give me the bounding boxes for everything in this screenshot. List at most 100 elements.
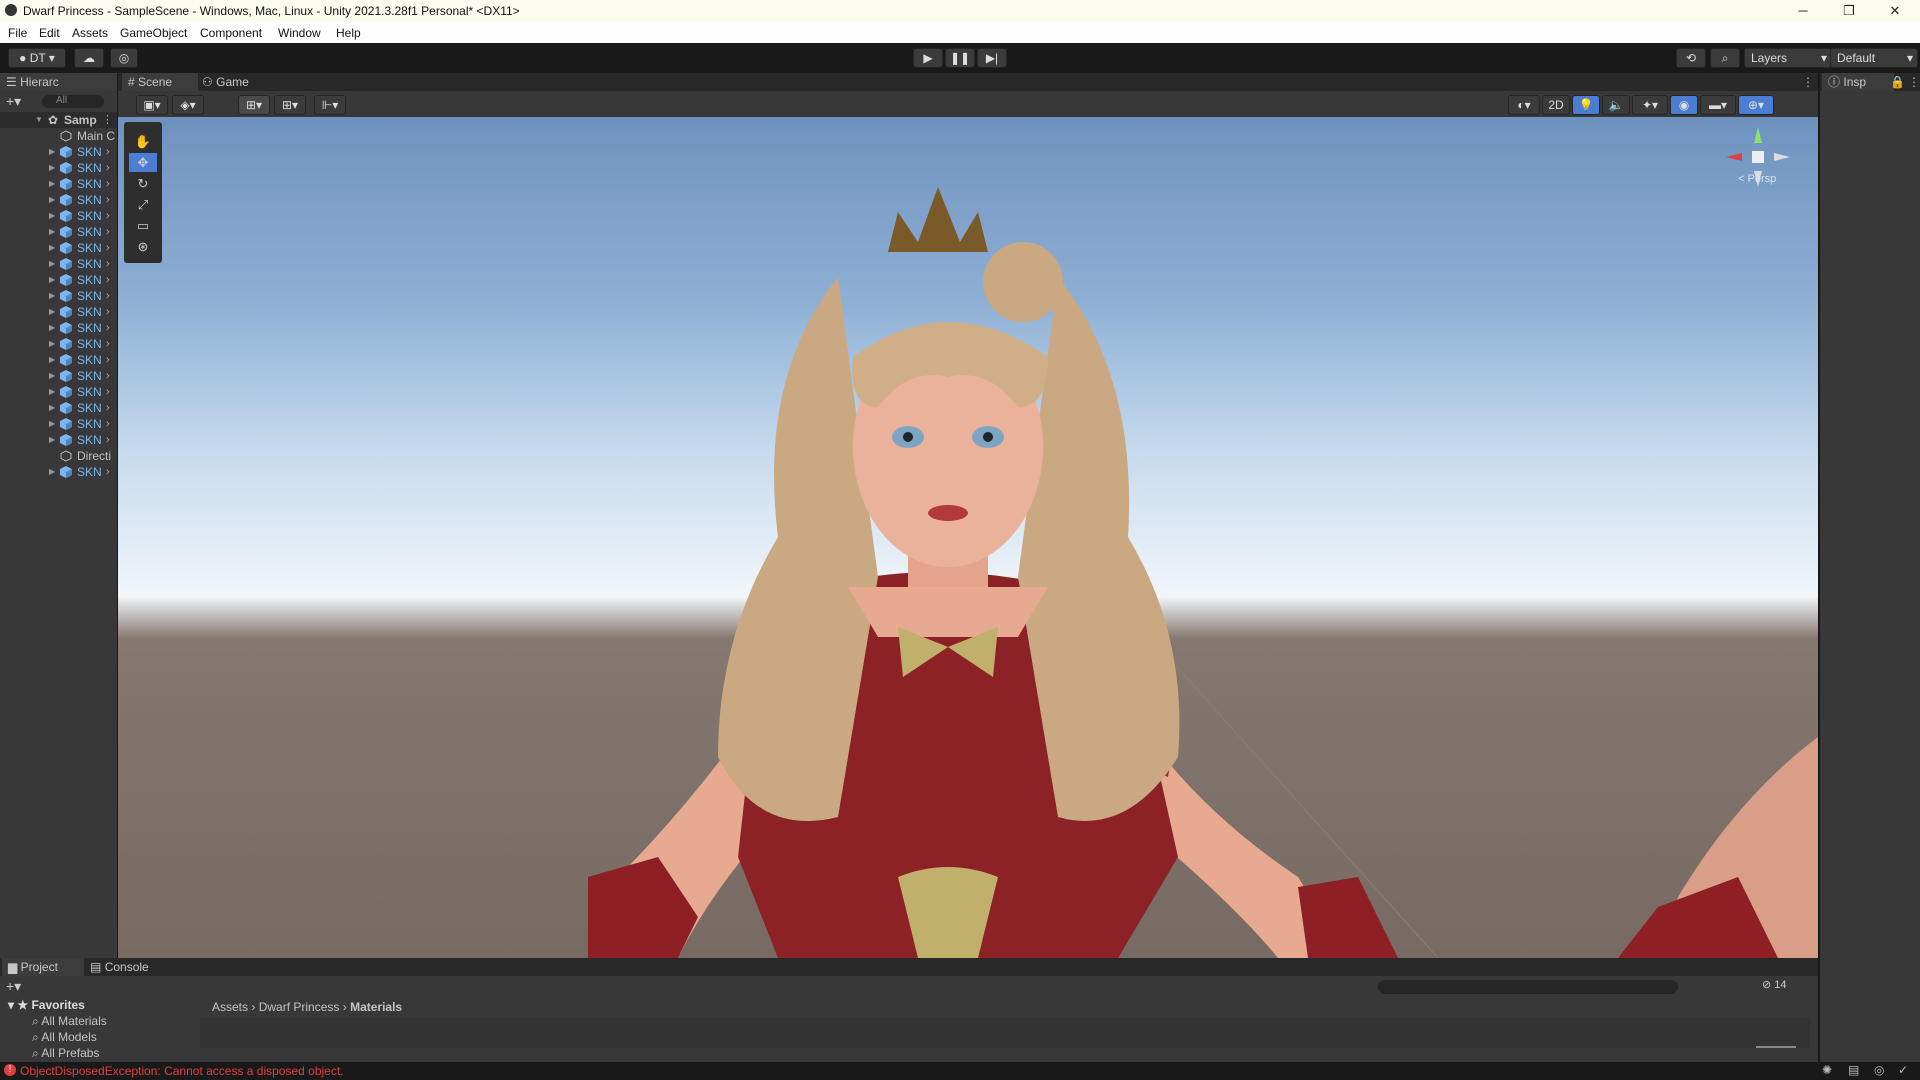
hierarchy-row[interactable]: ▶ SKN ›	[0, 208, 117, 224]
orientation-gizmo[interactable]	[1718, 125, 1798, 205]
project-search-input[interactable]	[1378, 980, 1678, 994]
hierarchy-row[interactable]: ▶ SKN ›	[0, 416, 117, 432]
expand-arrow-icon[interactable]: ▶	[49, 176, 55, 192]
increment-snap-dropdown[interactable]: ⊩▾	[314, 95, 346, 115]
chevron-right-icon[interactable]: ›	[106, 160, 110, 176]
expand-arrow-icon[interactable]: ▶	[49, 288, 55, 304]
snap-dropdown[interactable]: ⊞▾	[238, 95, 270, 115]
shading-dropdown[interactable]: ◈▾	[172, 95, 204, 115]
chevron-right-icon[interactable]: ›	[106, 384, 110, 400]
expand-arrow-icon[interactable]: ▶	[49, 352, 55, 368]
chevron-right-icon[interactable]: ›	[106, 304, 110, 320]
menu-component[interactable]: Component	[200, 26, 262, 40]
expand-arrow-icon[interactable]: ▶	[49, 368, 55, 384]
expand-arrow-icon[interactable]: ▶	[49, 416, 55, 432]
debug-icon[interactable]: ✺	[1822, 1063, 1832, 1077]
hidden-packages-toggle[interactable]: ⊘ 14	[1762, 978, 1787, 991]
menu-assets[interactable]: Assets	[72, 26, 108, 40]
hierarchy-row[interactable]: ▶ SKN ›	[0, 464, 117, 480]
check-icon[interactable]: ✓	[1898, 1063, 1908, 1077]
breadcrumb-current[interactable]: Materials	[350, 1000, 402, 1014]
chevron-right-icon[interactable]: ›	[106, 464, 110, 480]
collab-button[interactable]: ◎	[110, 48, 138, 68]
chevron-right-icon[interactable]: ›	[106, 224, 110, 240]
hierarchy-row[interactable]: ▶ SKN ›	[0, 256, 117, 272]
rect-tool[interactable]: ▭	[129, 216, 157, 235]
expand-arrow-icon[interactable]: ▶	[49, 224, 55, 240]
scale-tool[interactable]: ⤢	[129, 195, 157, 214]
gizmos-dropdown[interactable]: ⊕▾	[1738, 95, 1774, 115]
menu-file[interactable]: File	[8, 26, 27, 40]
history-button[interactable]: ⟲	[1676, 48, 1706, 68]
tab-project[interactable]: ▆ Project	[2, 958, 84, 976]
hierarchy-row[interactable]: ▶ SKN ›	[0, 192, 117, 208]
hierarchy-row[interactable]: ▶ SKN ›	[0, 336, 117, 352]
chevron-right-icon[interactable]: ›	[106, 320, 110, 336]
lighting-toggle[interactable]: 💡	[1572, 95, 1600, 115]
perspective-label[interactable]: < Persp	[1738, 173, 1776, 185]
chevron-right-icon[interactable]: ›	[106, 368, 110, 384]
hierarchy-row[interactable]: ▶ SKN ›	[0, 240, 117, 256]
expand-arrow-icon[interactable]: ▶	[49, 384, 55, 400]
chevron-right-icon[interactable]: ›	[106, 400, 110, 416]
chevron-right-icon[interactable]: ›	[106, 352, 110, 368]
tab-hierarchy[interactable]: ☰ Hierarc	[0, 73, 117, 91]
favorite-item[interactable]: ⌕ All Materials	[32, 1014, 107, 1029]
hierarchy-row[interactable]: ▶ SKN ›	[0, 432, 117, 448]
rotate-tool[interactable]: ↻	[129, 174, 157, 193]
camera-dropdown[interactable]: ▬▾	[1700, 95, 1736, 115]
minimize-button[interactable]: ─	[1780, 0, 1826, 22]
hierarchy-row[interactable]: Main C	[0, 128, 117, 144]
hierarchy-row[interactable]: ▶ SKN ›	[0, 304, 117, 320]
more-icon[interactable]: ⋮	[102, 112, 113, 128]
hierarchy-row[interactable]: ▶ SKN ›	[0, 368, 117, 384]
expand-arrow-icon[interactable]: ▶	[49, 320, 55, 336]
play-button[interactable]: ▶	[913, 48, 943, 68]
chevron-right-icon[interactable]: ›	[106, 176, 110, 192]
hierarchy-row[interactable]: ▶ SKN ›	[0, 160, 117, 176]
hierarchy-row[interactable]: ▶ SKN ›	[0, 384, 117, 400]
favorite-item[interactable]: ⌕ All Prefabs	[32, 1046, 99, 1058]
breadcrumb-item[interactable]: Dwarf Princess	[259, 1000, 340, 1014]
chevron-right-icon[interactable]: ›	[106, 144, 110, 160]
account-dropdown[interactable]: ● DT ▾	[8, 48, 66, 68]
close-button[interactable]: ✕	[1872, 0, 1918, 22]
scene-row[interactable]: ▼ ✿ Samp ⋮	[0, 112, 117, 128]
menu-gameobject[interactable]: GameObject	[120, 26, 187, 40]
tab-console[interactable]: ▤ Console	[84, 958, 166, 976]
chevron-right-icon[interactable]: ›	[106, 416, 110, 432]
tab-game[interactable]: ⚇ Game	[196, 73, 270, 91]
add-button[interactable]: +▾	[6, 93, 21, 110]
zoom-slider[interactable]	[1756, 1046, 1796, 1048]
cloud-button[interactable]: ☁	[74, 48, 104, 68]
search-button[interactable]: ⌕	[1710, 48, 1740, 68]
more-icon[interactable]: ⋮	[1908, 75, 1920, 89]
expand-arrow-icon[interactable]: ▶	[49, 160, 55, 176]
chevron-right-icon[interactable]: ›	[106, 336, 110, 352]
maximize-button[interactable]: ❐	[1826, 0, 1872, 22]
create-button[interactable]: +▾	[6, 978, 21, 995]
hierarchy-row[interactable]: ▶ SKN ›	[0, 224, 117, 240]
expand-arrow-icon[interactable]: ▶	[49, 272, 55, 288]
tab-inspector[interactable]: ⓘ Insp	[1822, 73, 1894, 91]
more-icon[interactable]: ⋮	[1802, 75, 1814, 89]
status-message[interactable]: ObjectDisposedException: Cannot access a…	[20, 1064, 344, 1078]
tab-scene[interactable]: # Scene	[122, 73, 198, 91]
expand-arrow-icon[interactable]: ▶	[49, 400, 55, 416]
hierarchy-row[interactable]: ▶ SKN ›	[0, 144, 117, 160]
expand-arrow-icon[interactable]: ▶	[49, 336, 55, 352]
chevron-right-icon[interactable]: ›	[106, 432, 110, 448]
step-button[interactable]: ▶|	[977, 48, 1007, 68]
audio-toggle[interactable]: 🔈	[1602, 95, 1630, 115]
hierarchy-row[interactable]: ▶ SKN ›	[0, 176, 117, 192]
hierarchy-row[interactable]: Directi	[0, 448, 117, 464]
asset-grid[interactable]	[200, 1018, 1810, 1048]
expand-arrow-icon[interactable]: ▶	[49, 144, 55, 160]
breadcrumb-item[interactable]: Assets	[212, 1000, 248, 1014]
move-tool[interactable]: ✥	[129, 153, 157, 172]
menu-edit[interactable]: Edit	[39, 26, 60, 40]
toggle-2d-button[interactable]: 2D	[1542, 95, 1570, 115]
hierarchy-row[interactable]: ▶ SKN ›	[0, 288, 117, 304]
draw-mode-dropdown[interactable]: ▣▾	[136, 95, 168, 115]
visibility-toggle[interactable]: ◉	[1670, 95, 1698, 115]
